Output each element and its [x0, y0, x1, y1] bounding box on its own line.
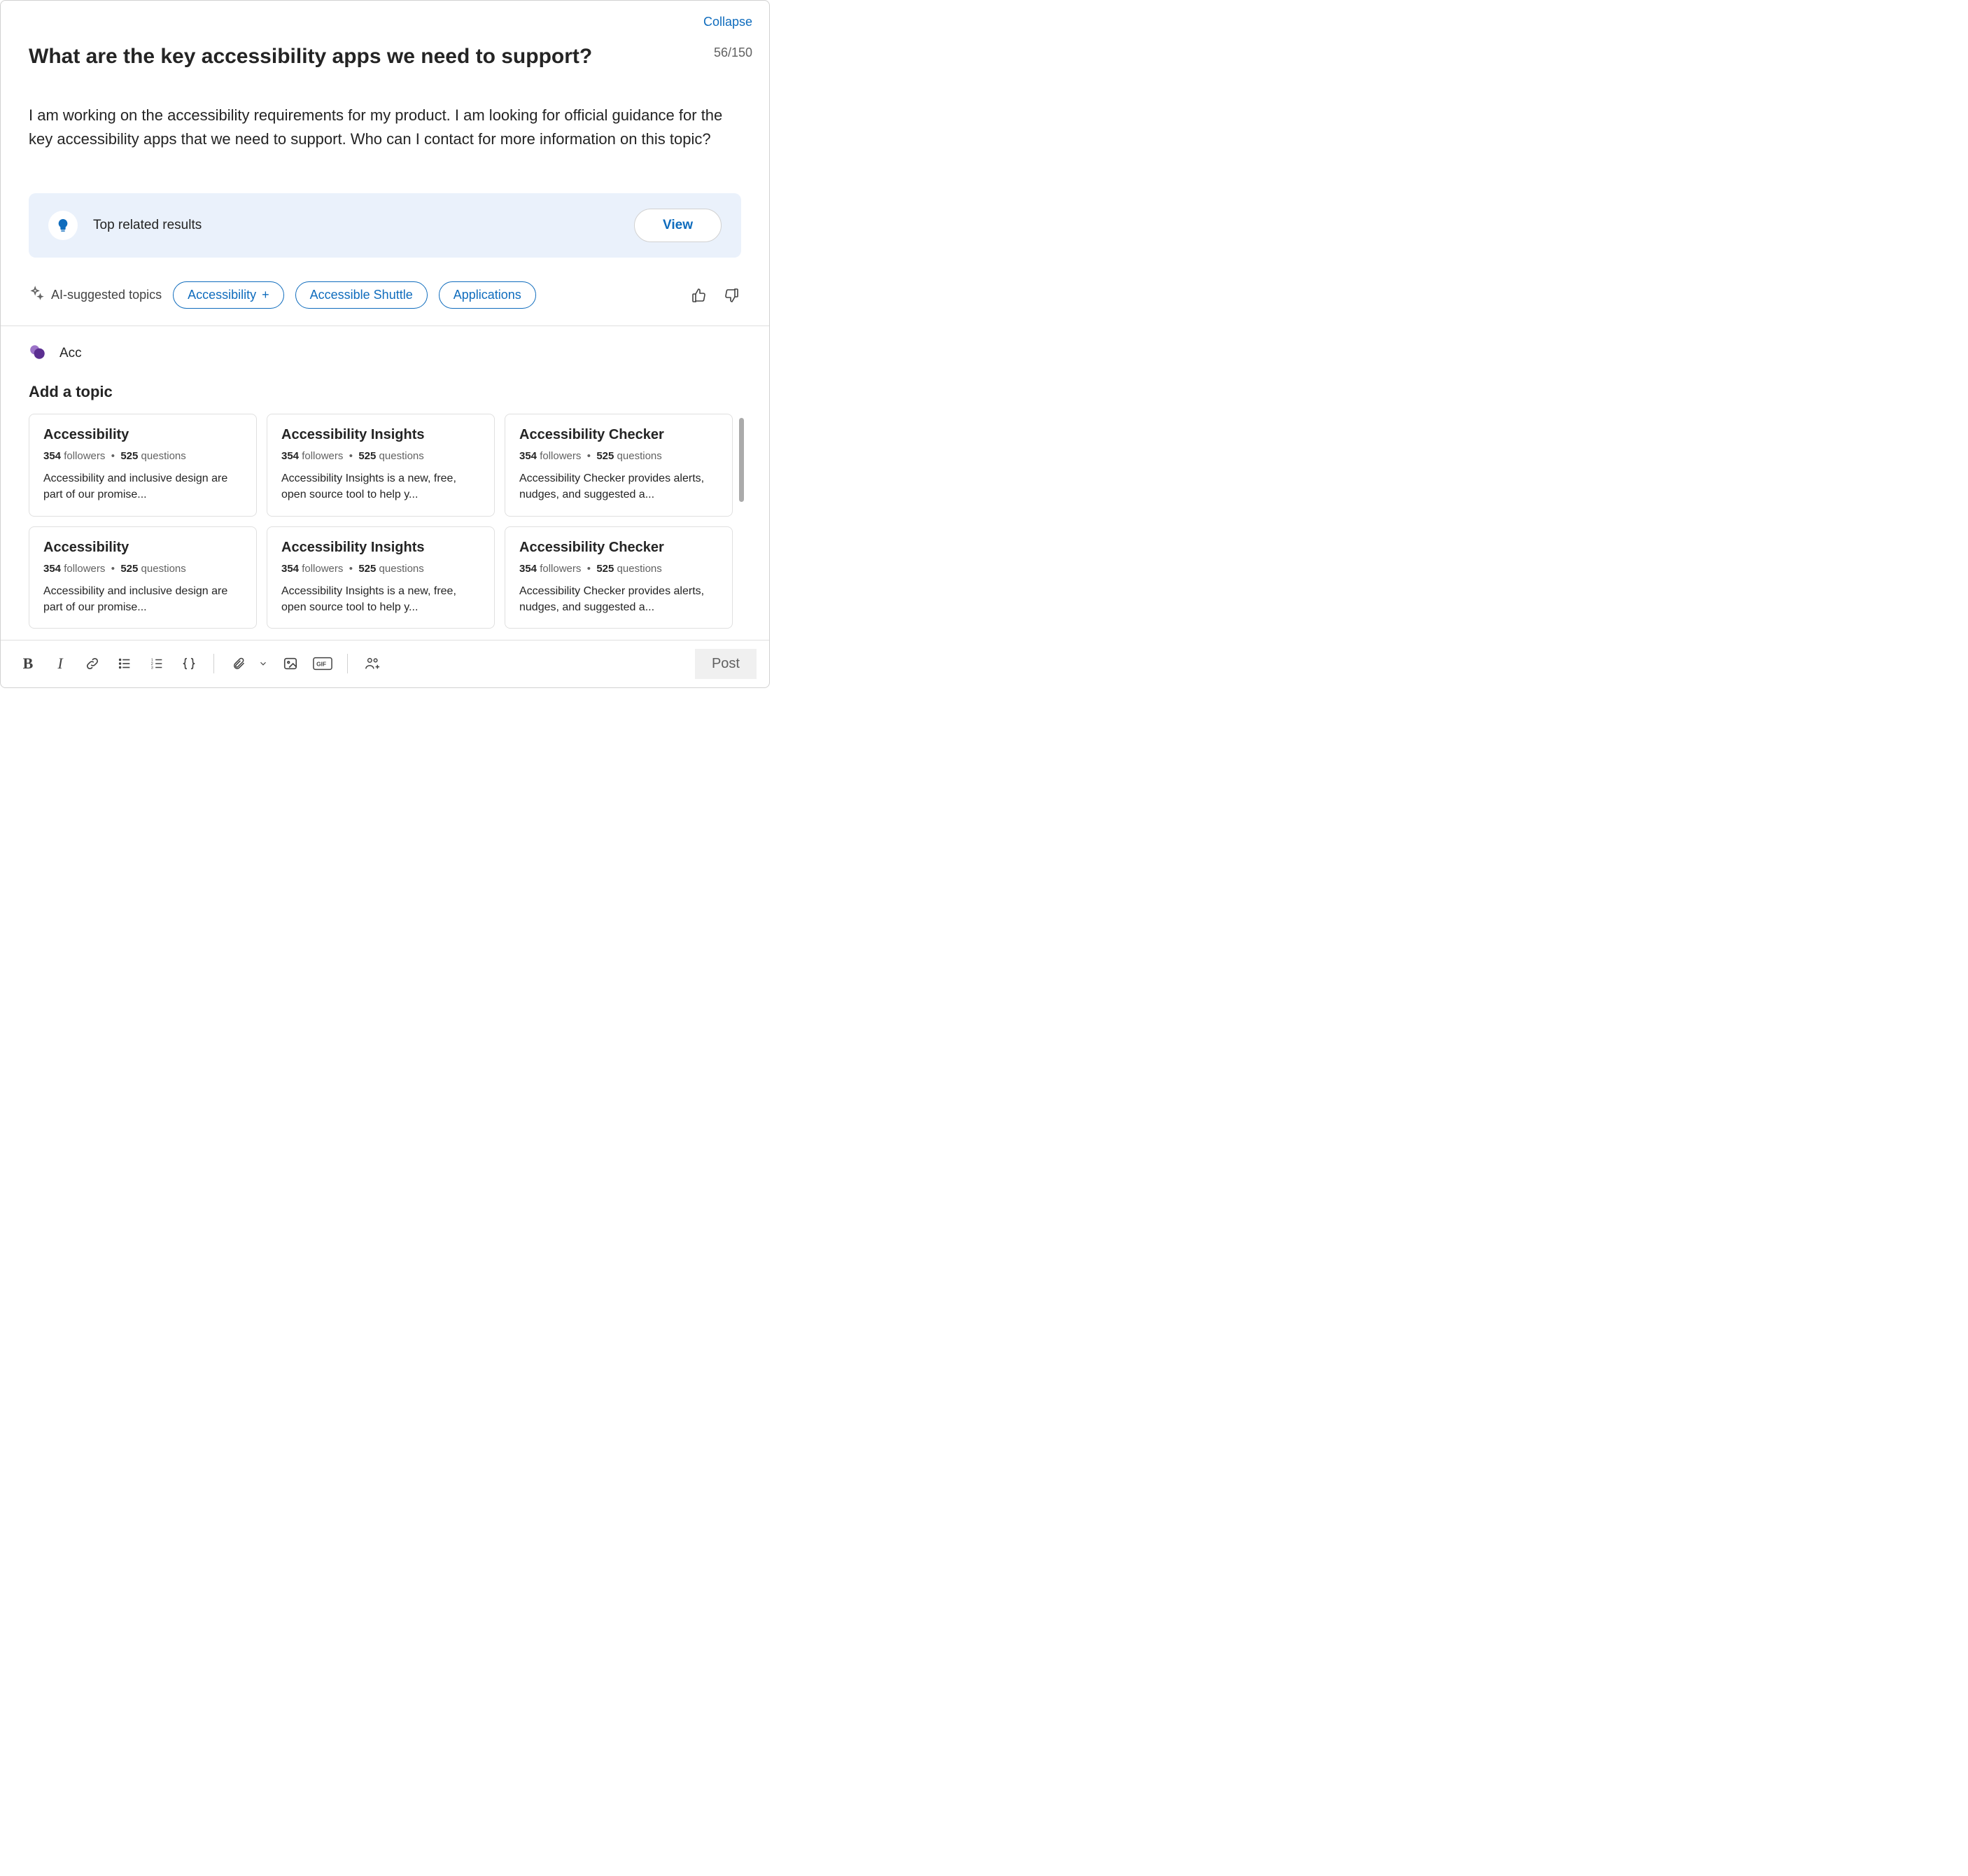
topic-card-meta: 354 followers • 525 questions: [281, 563, 480, 575]
thumbs-down-icon[interactable]: [722, 286, 741, 305]
attach-button[interactable]: [224, 650, 253, 678]
ai-chip-applications[interactable]: Applications: [439, 281, 536, 309]
topic-card-desc: Accessibility and inclusive design are p…: [43, 470, 242, 503]
plus-icon: +: [262, 288, 269, 302]
topic-input-row: [29, 343, 741, 363]
svg-text:GIF: GIF: [316, 661, 326, 668]
topic-card-title: Accessibility Insights: [281, 540, 480, 556]
collapse-link[interactable]: Collapse: [703, 15, 752, 29]
topic-card[interactable]: Accessibility 354 followers • 525 questi…: [29, 414, 257, 516]
link-button[interactable]: [78, 650, 107, 678]
format-toolbar: B I 1 2 3: [1, 640, 769, 687]
top-related-banner: Top related results View: [29, 193, 741, 258]
topic-card-desc: Accessibility Checker provides alerts, n…: [519, 583, 718, 615]
topic-card[interactable]: Accessibility Checker 354 followers • 52…: [505, 526, 733, 629]
lightbulb-icon: [48, 211, 78, 240]
mention-button[interactable]: [358, 650, 387, 678]
topic-card-meta: 354 followers • 525 questions: [519, 450, 718, 462]
italic-button[interactable]: I: [45, 650, 75, 678]
topic-card-desc: Accessibility Insights is a new, free, o…: [281, 583, 480, 615]
topic-card-meta: 354 followers • 525 questions: [43, 450, 242, 462]
topic-card-desc: Accessibility Checker provides alerts, n…: [519, 470, 718, 503]
topic-card-title: Accessibility: [43, 540, 242, 556]
top-related-label: Top related results: [93, 218, 202, 233]
topic-card-desc: Accessibility and inclusive design are p…: [43, 583, 242, 615]
ai-suggested-row: AI-suggested topics Accessibility + Acce…: [29, 281, 741, 326]
topic-card-title: Accessibility: [43, 427, 242, 443]
sparkle-icon: [29, 286, 44, 304]
view-button[interactable]: View: [634, 209, 722, 242]
topic-search-input[interactable]: [59, 346, 269, 361]
post-editor-panel: Collapse 56/150 What are the key accessi…: [0, 0, 770, 688]
toolbar-separator: [347, 654, 348, 673]
toolbar-separator: [213, 654, 214, 673]
add-topic-heading: Add a topic: [29, 383, 741, 401]
topic-card-title: Accessibility Checker: [519, 540, 718, 556]
topic-card[interactable]: Accessibility Checker 354 followers • 52…: [505, 414, 733, 516]
topic-card-title: Accessibility Insights: [281, 427, 480, 443]
image-button[interactable]: [276, 650, 305, 678]
tag-icon: [29, 343, 47, 363]
char-counter: 56/150: [714, 46, 752, 60]
topic-card-title: Accessibility Checker: [519, 427, 718, 443]
gif-button[interactable]: GIF: [308, 650, 337, 678]
topic-card-meta: 354 followers • 525 questions: [519, 563, 718, 575]
code-button[interactable]: [174, 650, 204, 678]
topic-card-meta: 354 followers • 525 questions: [281, 450, 480, 462]
post-button[interactable]: Post: [695, 649, 757, 679]
post-title[interactable]: What are the key accessibility apps we n…: [29, 43, 741, 70]
ai-chip-accessible-shuttle[interactable]: Accessible Shuttle: [295, 281, 428, 309]
bullet-list-button[interactable]: [110, 650, 139, 678]
topic-card[interactable]: Accessibility Insights 354 followers • 5…: [267, 414, 495, 516]
chevron-down-icon[interactable]: [253, 659, 273, 668]
ai-chip-accessibility[interactable]: Accessibility +: [173, 281, 284, 309]
topic-card-desc: Accessibility Insights is a new, free, o…: [281, 470, 480, 503]
topic-card-meta: 354 followers • 525 questions: [43, 563, 242, 575]
topic-suggestions-grid: Accessibility 354 followers • 525 questi…: [29, 414, 733, 629]
scrollbar[interactable]: [739, 418, 744, 502]
thumbs-up-icon[interactable]: [689, 286, 709, 305]
svg-text:3: 3: [151, 666, 153, 671]
topic-card[interactable]: Accessibility 354 followers • 525 questi…: [29, 526, 257, 629]
topic-card[interactable]: Accessibility Insights 354 followers • 5…: [267, 526, 495, 629]
post-body[interactable]: I am working on the accessibility requir…: [29, 104, 741, 151]
bold-button[interactable]: B: [13, 650, 43, 678]
numbered-list-button[interactable]: 1 2 3: [142, 650, 171, 678]
ai-suggested-label: AI-suggested topics: [51, 288, 162, 302]
